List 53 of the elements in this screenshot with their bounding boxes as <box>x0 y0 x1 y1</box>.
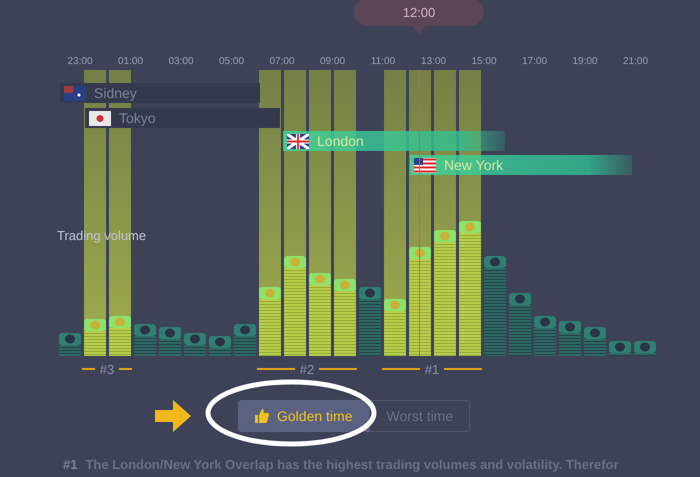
money-icon <box>82 316 106 333</box>
money-icon <box>482 254 506 270</box>
time-label: 05:00 <box>218 56 244 67</box>
time-label: 09:00 <box>320 56 346 67</box>
time-label: 03:00 <box>168 56 194 67</box>
time-label: 11:00 <box>370 56 396 67</box>
money-icon <box>382 296 406 313</box>
time-label: 13:00 <box>420 56 446 67</box>
money-icon <box>108 314 132 330</box>
time-label: 19:00 <box>572 56 598 67</box>
thumbs-up-icon <box>255 409 269 423</box>
toggle-tab[interactable]: Worst time <box>369 400 470 432</box>
money-icon <box>532 314 556 330</box>
money-icon <box>258 285 282 302</box>
flag-icon <box>64 86 86 100</box>
time-label: 15:00 <box>471 56 497 67</box>
money-icon <box>132 322 156 338</box>
time-label: 23:00 <box>67 56 93 67</box>
time-label: 01:00 <box>118 56 144 67</box>
toggle-tab[interactable]: Golden time <box>238 400 370 432</box>
session-bar: Sidney <box>60 83 260 103</box>
money-icon <box>332 276 356 292</box>
group-label: #1 <box>424 362 440 376</box>
session-bar: Tokyo <box>85 108 280 128</box>
money-icon <box>508 290 532 307</box>
money-icon <box>632 339 656 356</box>
money-icon <box>182 330 206 347</box>
money-icon <box>408 245 432 262</box>
session-bar: New York <box>410 155 632 175</box>
time-label: 07:00 <box>269 56 295 67</box>
arrow-icon <box>155 400 191 432</box>
money-icon <box>608 339 632 356</box>
tooltip-pointer-icon <box>412 26 426 34</box>
money-icon <box>232 322 256 338</box>
money-icon <box>282 254 306 270</box>
note-marker: #1 <box>63 457 78 472</box>
flag-icon <box>89 110 111 126</box>
time-label: 17:00 <box>522 56 548 67</box>
group-label: #2 <box>300 362 314 376</box>
money-icon <box>158 325 182 342</box>
money-icon <box>308 270 332 287</box>
money-icon <box>582 325 606 342</box>
money-icon <box>432 228 456 244</box>
money-icon <box>358 285 382 302</box>
money-icon <box>558 319 582 336</box>
session-bar: London <box>283 131 505 151</box>
money-icon <box>458 219 482 236</box>
group-label: #3 <box>100 362 114 376</box>
time-label: 21:00 <box>622 56 648 67</box>
flag-icon <box>287 134 309 148</box>
flag-icon <box>414 158 436 172</box>
money-icon <box>208 334 232 350</box>
money-icon <box>58 330 82 347</box>
